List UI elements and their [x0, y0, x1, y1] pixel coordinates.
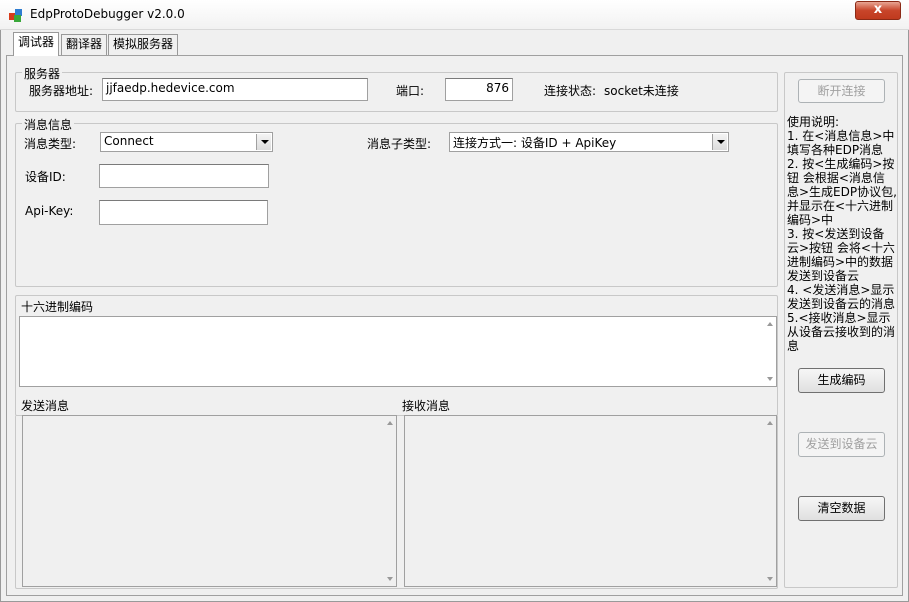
- help-line: 4. <发送消息>显示: [787, 283, 895, 297]
- help-line: 2. 按<生成编码>按: [787, 157, 895, 171]
- message-type-select[interactable]: Connect: [100, 132, 273, 152]
- port-label: 端口:: [396, 84, 425, 98]
- help-line: 并显示在<十六进制: [787, 199, 894, 213]
- hex-textarea[interactable]: [19, 316, 777, 387]
- scroll-down-icon[interactable]: [767, 377, 773, 381]
- chevron-down-icon[interactable]: [712, 134, 727, 150]
- clear-data-button[interactable]: 清空数据: [798, 496, 885, 521]
- help-text: 使用说明: 1. 在<消息信息>中 填写各种EDP消息 2. 按<生成编码>按 …: [787, 115, 899, 353]
- help-line: 5.<接收消息>显示: [787, 311, 891, 325]
- help-line: 息>生成EDP协议包,: [787, 185, 897, 199]
- apikey-input[interactable]: [99, 200, 268, 225]
- message-type-label: 消息类型:: [24, 137, 77, 151]
- help-line: 3. 按<发送到设备: [787, 227, 885, 241]
- scroll-up-icon[interactable]: [767, 322, 773, 326]
- server-address-label: 服务器地址:: [29, 84, 94, 98]
- server-legend: 服务器: [22, 65, 63, 82]
- message-subtype-value: 连接方式一: 设备ID + ApiKey: [453, 136, 617, 150]
- help-line: 发送到设备云: [787, 269, 860, 283]
- message-subtype-select[interactable]: 连接方式一: 设备ID + ApiKey: [449, 132, 729, 152]
- message-subtype-label: 消息子类型:: [367, 137, 432, 151]
- help-line: 进制编码>中的数据: [787, 255, 894, 269]
- help-line: 钮 会根据<消息信: [787, 171, 885, 185]
- message-legend: 消息信息: [22, 116, 75, 133]
- hex-value: [20, 317, 776, 321]
- scroll-up-icon[interactable]: [387, 421, 393, 425]
- help-line: 编码>中: [787, 213, 834, 227]
- receive-label: 接收消息: [402, 399, 451, 413]
- help-line: 使用说明:: [787, 115, 840, 129]
- port-input[interactable]: 876: [445, 78, 513, 101]
- server-address-input[interactable]: jjfaedp.hedevice.com: [102, 78, 368, 101]
- send-label: 发送消息: [21, 399, 70, 413]
- app-icon: [9, 9, 22, 22]
- help-line: 发送到设备云的消息: [787, 297, 896, 311]
- generate-code-button[interactable]: 生成编码: [798, 368, 885, 393]
- device-id-input[interactable]: [99, 164, 269, 188]
- tab-translator[interactable]: 翻译器: [61, 34, 108, 55]
- help-line: 从设备云接收到的消: [787, 325, 896, 339]
- hex-label: 十六进制编码: [21, 300, 94, 314]
- help-line: 云>按钮 会将<十六: [787, 241, 895, 255]
- close-button[interactable]: x: [855, 1, 901, 20]
- device-id-label: 设备ID:: [25, 170, 66, 184]
- send-to-cloud-button[interactable]: 发送到设备云: [798, 432, 885, 457]
- scroll-up-icon[interactable]: [767, 421, 773, 425]
- send-textarea[interactable]: [22, 415, 397, 587]
- connection-status-value: socket未连接: [604, 84, 679, 98]
- scroll-down-icon[interactable]: [767, 577, 773, 581]
- tab-mock-server[interactable]: 模拟服务器: [108, 34, 179, 55]
- scroll-down-icon[interactable]: [387, 577, 393, 581]
- help-line: 填写各种EDP消息: [787, 143, 884, 157]
- chevron-down-icon[interactable]: [256, 134, 271, 150]
- disconnect-button[interactable]: 断开连接: [798, 79, 885, 103]
- help-line: 1. 在<消息信息>中: [787, 129, 895, 143]
- receive-textarea[interactable]: [404, 415, 777, 587]
- help-line: 息: [787, 339, 800, 353]
- tab-debugger[interactable]: 调试器: [13, 32, 60, 56]
- window-title: EdpProtoDebugger v2.0.0: [30, 7, 185, 21]
- connection-status-label: 连接状态:: [544, 84, 597, 98]
- message-type-value: Connect: [104, 134, 154, 148]
- apikey-label: Api-Key:: [25, 204, 74, 218]
